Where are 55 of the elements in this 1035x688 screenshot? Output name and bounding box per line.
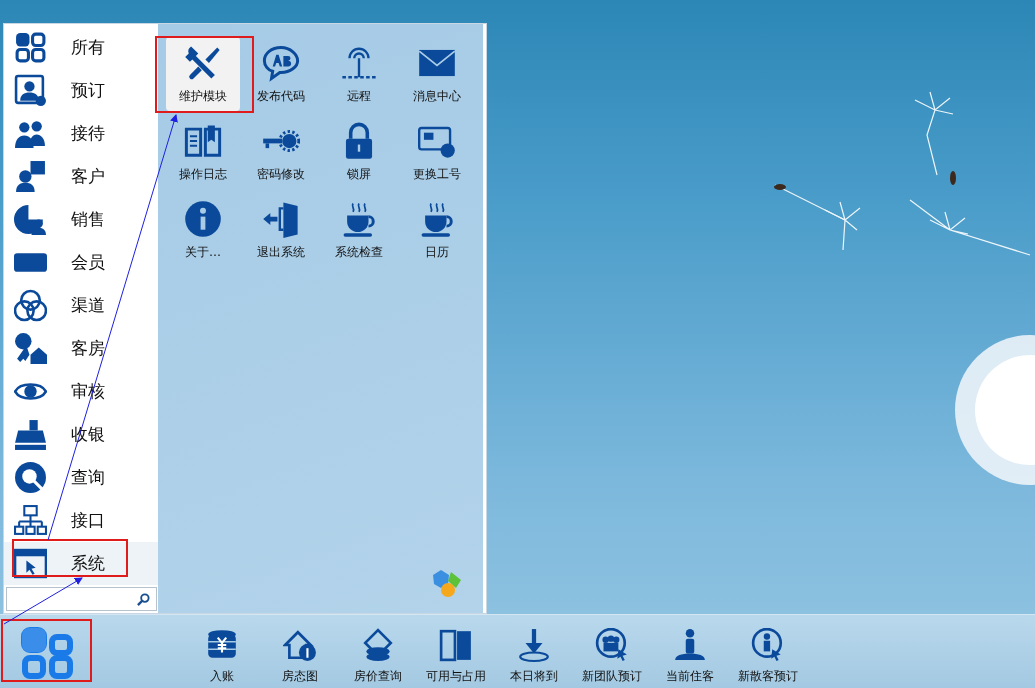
taskbar-item[interactable]: 入账 <box>183 615 261 688</box>
taskbar-item[interactable]: 可用与占用 <box>417 615 495 688</box>
category-item[interactable]: 审核 <box>4 370 158 413</box>
category-item[interactable]: 接口 <box>4 499 158 542</box>
info-icon <box>184 199 222 238</box>
exit-door-icon <box>262 199 300 238</box>
taskbar-item[interactable]: 新散客预订 <box>729 615 807 688</box>
speech-bubble-icon <box>262 43 300 82</box>
person-platform-icon <box>673 628 707 662</box>
app-tile[interactable]: 消息中心 <box>400 37 474 111</box>
app-tile[interactable]: 关于… <box>166 193 240 267</box>
arrow-target-icon <box>517 628 551 662</box>
category-item[interactable]: 接待 <box>4 112 158 155</box>
taskbar-item[interactable]: 新团队预订 <box>573 615 651 688</box>
app-tile[interactable]: 退出系统 <box>244 193 318 267</box>
network-icon <box>14 504 47 537</box>
doors-icon <box>439 628 473 662</box>
app-tile[interactable]: 系统检查 <box>322 193 396 267</box>
search-field[interactable] <box>6 587 157 611</box>
category-item[interactable]: 销售 <box>4 198 158 241</box>
taskbar-item[interactable]: 房态图 <box>261 615 339 688</box>
category-item[interactable]: 会员 <box>4 241 158 284</box>
group-touch-icon <box>595 628 629 662</box>
app-tile[interactable]: 日历 <box>400 193 474 267</box>
key-house-icon <box>14 332 47 365</box>
category-item[interactable]: 预订 <box>4 69 158 112</box>
category-item[interactable]: 渠道 <box>4 284 158 327</box>
pie-person-icon <box>14 203 47 236</box>
category-item[interactable]: 系统 <box>4 542 158 585</box>
window-cursor-icon <box>14 547 47 580</box>
app-tile[interactable]: 维护模块 <box>166 37 240 111</box>
search-icon <box>137 592 150 606</box>
person-touch-icon <box>751 628 785 662</box>
app-tile[interactable]: 操作日志 <box>166 115 240 189</box>
category-item[interactable]: 客房 <box>4 327 158 370</box>
app-tile[interactable]: 发布代码 <box>244 37 318 111</box>
tag-coins-icon <box>361 628 395 662</box>
person-dollar-icon <box>14 160 47 193</box>
person-check-icon <box>14 74 47 107</box>
taskbar-item[interactable]: 房价查询 <box>339 615 417 688</box>
app-tile[interactable]: 锁屏 <box>322 115 396 189</box>
category-item[interactable]: 查询 <box>4 456 158 499</box>
search-icon <box>14 461 47 494</box>
taskbar-item[interactable]: 本日将到 <box>495 615 573 688</box>
app-tile[interactable]: 更换工号 <box>400 115 474 189</box>
category-item[interactable]: 收银 <box>4 413 158 456</box>
app-tile[interactable]: 远程 <box>322 37 396 111</box>
app-tile[interactable]: 密码修改 <box>244 115 318 189</box>
taskbar-item[interactable]: 当前住客 <box>651 615 729 688</box>
house-info-icon <box>283 628 317 662</box>
category-item[interactable]: 客户 <box>4 155 158 198</box>
cash-register-icon <box>14 418 47 451</box>
category-item[interactable]: 所有 <box>4 26 158 69</box>
grid-icon <box>14 31 47 64</box>
circles-icon <box>14 289 47 322</box>
